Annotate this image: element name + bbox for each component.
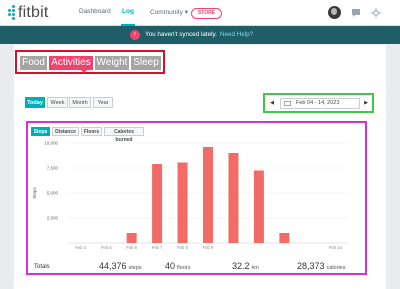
active-tab-caret bbox=[81, 70, 87, 73]
store-button[interactable]: STORE bbox=[191, 8, 222, 19]
y-axis-label: Steps bbox=[32, 187, 37, 199]
chevron-down-icon: ▾ bbox=[184, 9, 188, 16]
sync-message: You haven't synced lately. Need Help? bbox=[145, 31, 253, 38]
chart-bar bbox=[177, 162, 188, 243]
x-tick-label: Feb 4 bbox=[75, 245, 86, 250]
x-tick-label: Feb 7 bbox=[152, 245, 163, 250]
need-help-link[interactable]: Need Help? bbox=[220, 31, 253, 38]
sync-banner: ! You haven't synced lately. Need Help? bbox=[0, 26, 400, 44]
x-tick-label: Feb 6 bbox=[126, 245, 137, 250]
total-steps: 44,376 steps bbox=[99, 261, 142, 271]
next-range-button[interactable]: ▶ bbox=[362, 99, 370, 108]
x-tick-label: Feb 8 bbox=[177, 245, 188, 250]
total-floors-unit: floors bbox=[177, 265, 191, 271]
total-calories: 28,373 calories bbox=[297, 261, 345, 271]
y-tick-label: 7,500 bbox=[47, 166, 59, 171]
fitbit-logo-icon bbox=[6, 4, 16, 22]
brand-name: fitbit bbox=[18, 4, 49, 21]
totals-row: Totals 44,376 steps 40 floors 32.2 km 28,37… bbox=[28, 260, 365, 273]
top-nav-bar: fitbit Dashboard Log Community ▾ STORE bbox=[0, 0, 400, 26]
tab-food[interactable]: Food bbox=[20, 56, 47, 70]
gear-icon[interactable] bbox=[371, 8, 381, 18]
y-tick-label: 2,500 bbox=[47, 216, 59, 221]
chart-bar bbox=[152, 164, 163, 243]
y-tick-label: 10,000 bbox=[44, 141, 58, 146]
chart-bar bbox=[203, 147, 213, 243]
x-tick-label: Feb 9 bbox=[203, 245, 214, 250]
x-tick-label: Feb 14 bbox=[329, 245, 343, 250]
activity-chart-panel: Steps Distance Floors Calories burned St… bbox=[26, 121, 367, 275]
tab-activities[interactable]: Activities bbox=[49, 56, 93, 70]
total-distance-unit: km bbox=[251, 265, 259, 271]
nav-dashboard[interactable]: Dashboard bbox=[79, 8, 111, 15]
chart-bar bbox=[279, 233, 290, 243]
total-calories-unit: calories bbox=[326, 265, 346, 271]
chart-bar bbox=[126, 233, 137, 243]
avatar[interactable] bbox=[328, 6, 341, 19]
total-floors-value: 40 bbox=[165, 261, 176, 271]
period-week-button[interactable]: Week bbox=[47, 97, 68, 108]
total-distance-value: 32.2 bbox=[232, 261, 250, 271]
period-today-button[interactable]: Today bbox=[25, 97, 45, 108]
chart-bar bbox=[253, 170, 264, 243]
nav-log[interactable]: Log bbox=[122, 8, 134, 15]
calendar-icon bbox=[284, 101, 291, 106]
period-month-button[interactable]: Month bbox=[69, 97, 91, 108]
date-range-label: Feb 04 - 14, 2023 bbox=[296, 100, 340, 106]
total-floors: 40 floors bbox=[165, 261, 190, 271]
log-category-tabs: Food Activities Weight Sleep bbox=[15, 50, 165, 74]
date-range-field[interactable]: Feb 04 - 14, 2023 bbox=[280, 98, 360, 109]
steps-bar-chart: Steps 10,000 7,500 5,000 2,500 Feb 4 Feb 5 Feb … bbox=[32, 141, 348, 250]
nav-community[interactable]: Community ▾ bbox=[150, 8, 188, 16]
chat-icon[interactable] bbox=[351, 8, 361, 18]
date-range-navigator: ◀ Feb 04 - 14, 2023 ▶ bbox=[263, 93, 374, 113]
previous-range-button[interactable]: ◀ bbox=[268, 99, 276, 108]
x-tick-label: Feb 5 bbox=[101, 245, 112, 250]
period-year-button[interactable]: Year bbox=[93, 97, 113, 108]
sync-alert-icon: ! bbox=[130, 30, 140, 40]
fitbit-logo[interactable]: fitbit bbox=[6, 3, 49, 23]
total-calories-value: 28,373 bbox=[297, 261, 325, 271]
total-steps-unit: steps bbox=[128, 265, 142, 271]
chart-bar bbox=[228, 153, 239, 243]
sync-message-text: You haven't synced lately. bbox=[145, 31, 217, 38]
total-steps-value: 44,376 bbox=[99, 261, 127, 271]
totals-label: Totals bbox=[34, 264, 50, 270]
y-tick-label: 5,000 bbox=[47, 191, 59, 196]
tab-sleep[interactable]: Sleep bbox=[131, 56, 161, 70]
total-distance: 32.2 km bbox=[232, 261, 259, 271]
tab-weight[interactable]: Weight bbox=[95, 56, 129, 70]
